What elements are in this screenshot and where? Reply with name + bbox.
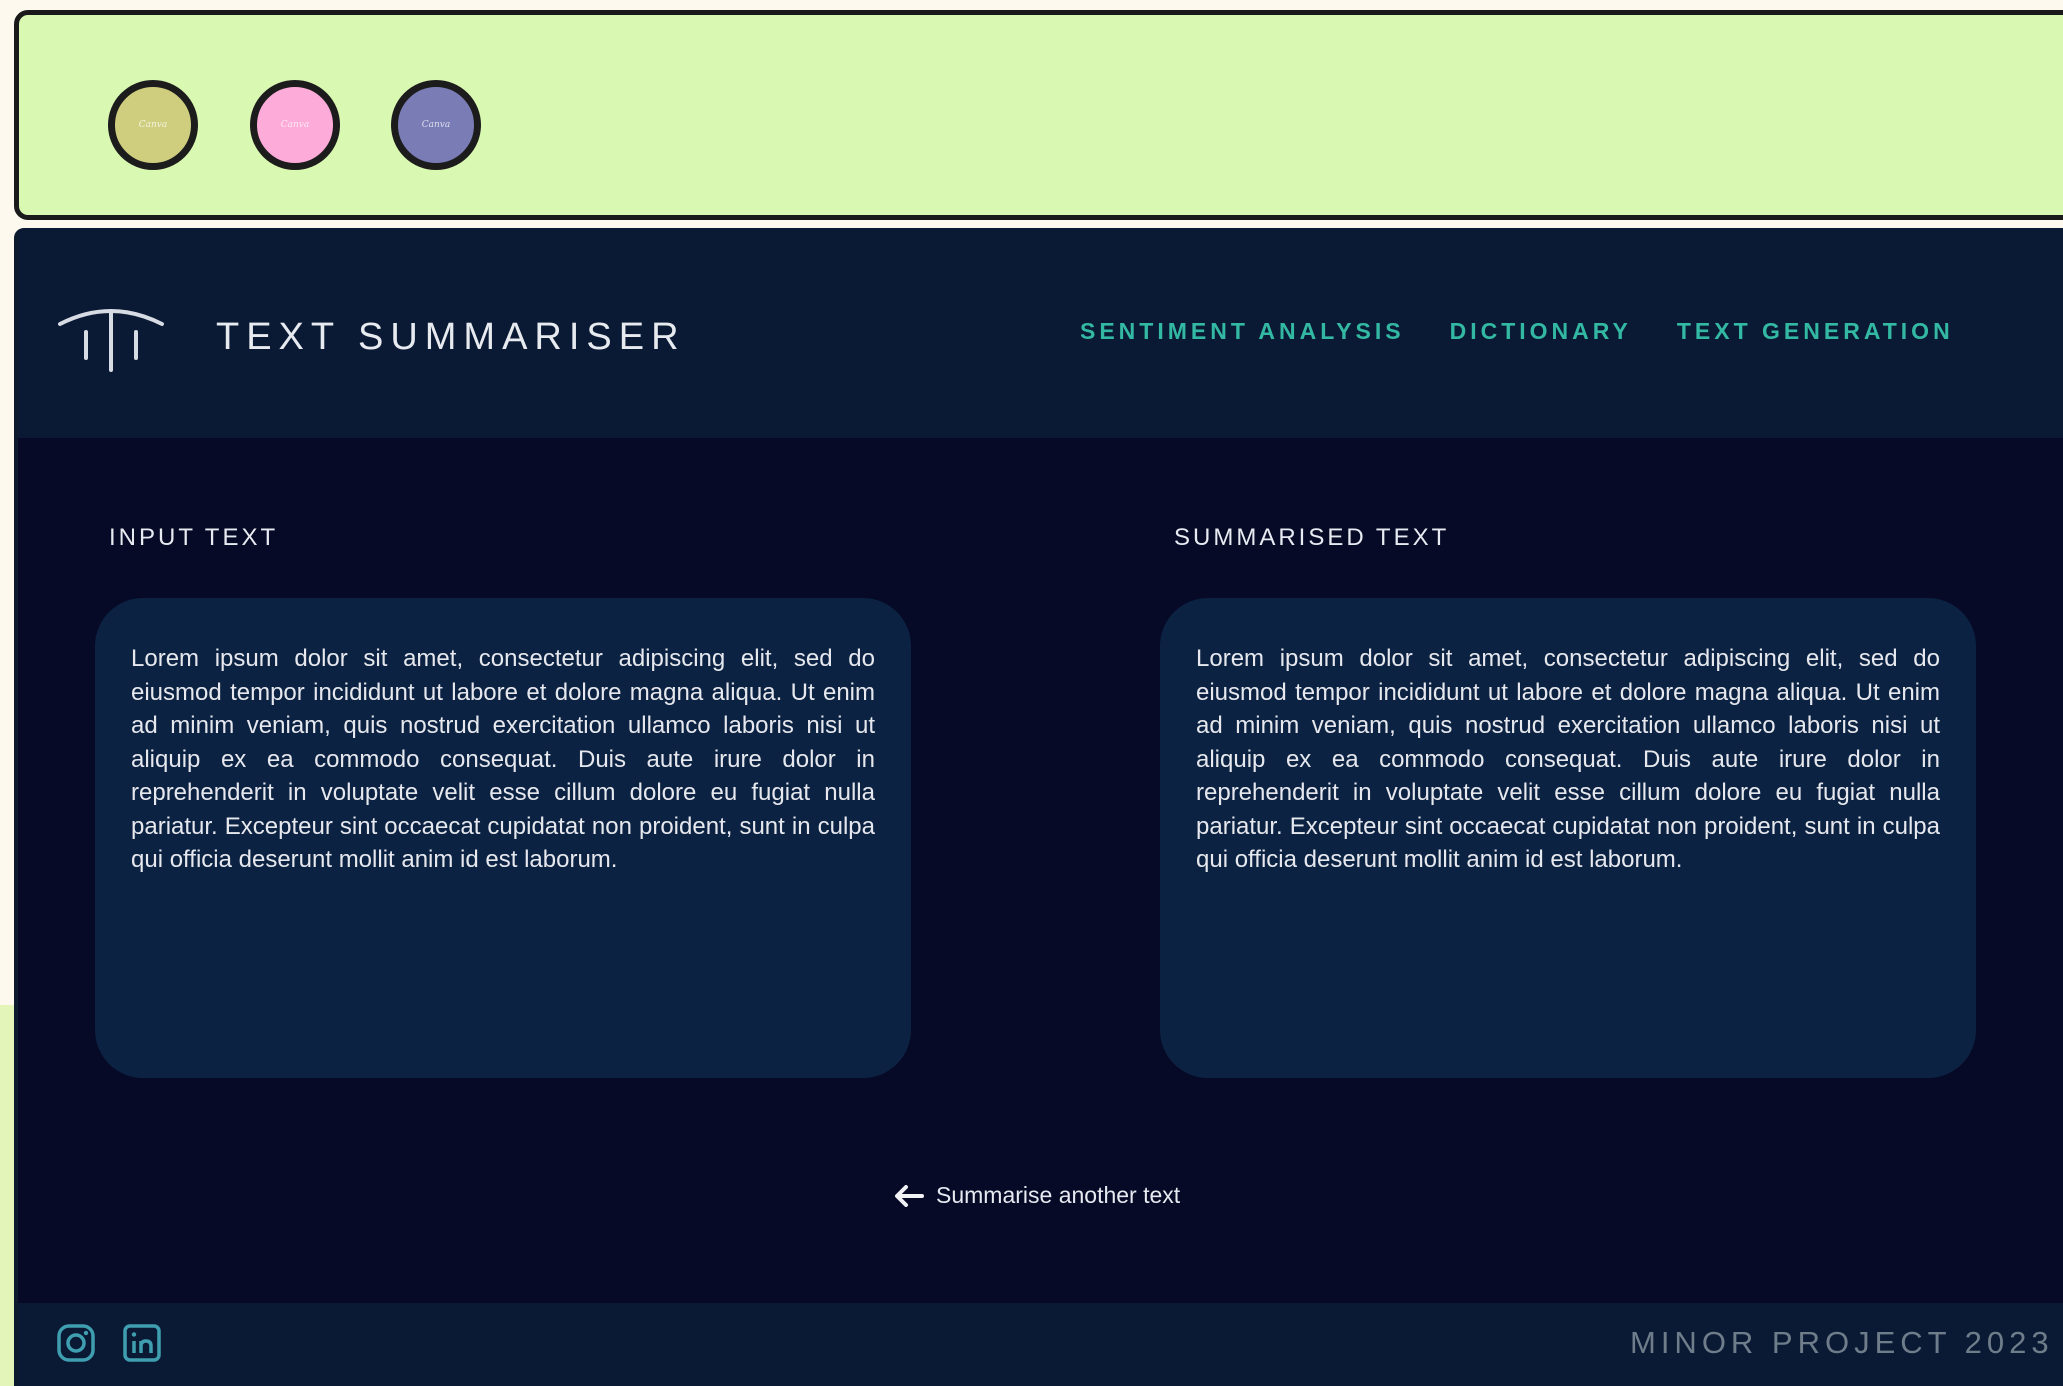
nav-dictionary[interactable]: DICTIONARY	[1450, 318, 1632, 345]
nav-text-generation[interactable]: TEXT GENERATION	[1677, 318, 1954, 345]
input-text-label: INPUT TEXT	[109, 524, 279, 551]
instagram-icon[interactable]	[56, 1323, 96, 1363]
window-bar: Canva Canva Canva	[14, 10, 2063, 220]
social-links	[56, 1323, 162, 1363]
dot-label: Canva	[138, 120, 168, 130]
summarise-another-link[interactable]: Summarise another text	[894, 1182, 1180, 1209]
footer-project-text: MINOR PROJECT 2023	[1630, 1325, 2054, 1360]
window-dot-pink[interactable]: Canva	[250, 80, 340, 170]
app-title: TEXT SUMMARISER	[216, 316, 686, 358]
app-footer: MINOR PROJECT 2023	[18, 1303, 2063, 1386]
summarised-text-content: Lorem ipsum dolor sit amet, consectetur …	[1196, 645, 1940, 873]
dot-label: Canva	[280, 120, 310, 130]
top-nav: SENTIMENT ANALYSIS DICTIONARY TEXT GENER…	[1080, 318, 1954, 345]
app-header: TEXT SUMMARISER SENTIMENT ANALYSIS DICTI…	[18, 228, 2063, 438]
app-window: TEXT SUMMARISER SENTIMENT ANALYSIS DICTI…	[14, 228, 2063, 1386]
linkedin-icon[interactable]	[122, 1323, 162, 1363]
window-dot-purple[interactable]: Canva	[391, 80, 481, 170]
summarised-text-panel: Lorem ipsum dolor sit amet, consectetur …	[1160, 598, 1976, 1078]
nav-sentiment-analysis[interactable]: SENTIMENT ANALYSIS	[1080, 318, 1405, 345]
dot-label: Canva	[421, 120, 451, 130]
input-text-content: Lorem ipsum dolor sit amet, consectetur …	[131, 645, 875, 873]
summarise-another-label: Summarise another text	[936, 1182, 1181, 1208]
summarised-text-label: SUMMARISED TEXT	[1174, 524, 1450, 551]
input-text-panel[interactable]: Lorem ipsum dolor sit amet, consectetur …	[95, 598, 911, 1078]
window-dot-olive[interactable]: Canva	[108, 80, 198, 170]
arrow-left-icon	[894, 1184, 924, 1207]
pillars-logo-icon[interactable]	[56, 300, 166, 372]
